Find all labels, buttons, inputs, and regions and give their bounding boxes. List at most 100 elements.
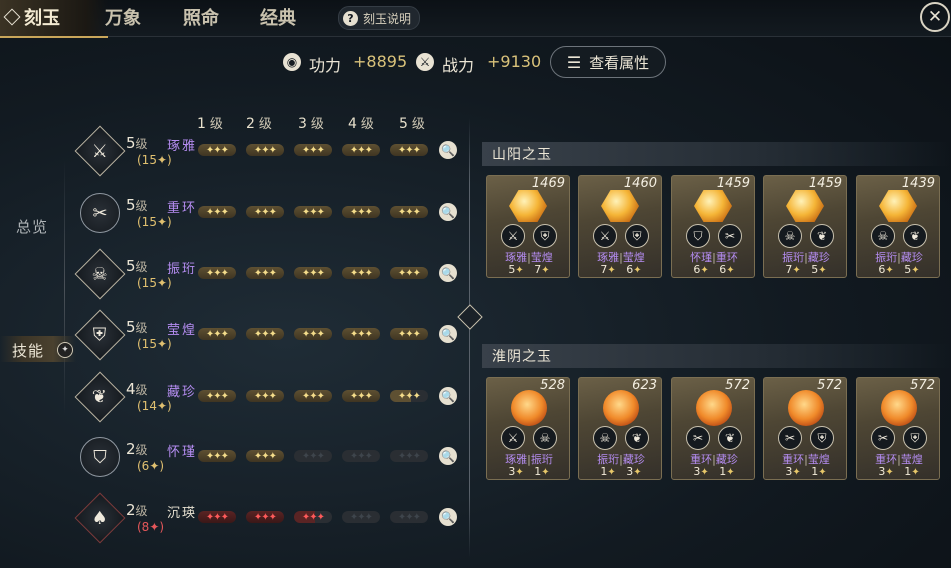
skill-level: 5级 (126, 196, 148, 214)
level-pip: ✦✦✦ (294, 511, 332, 523)
magnifier-icon[interactable]: 🔍 (439, 203, 457, 221)
level-pip: ✦✦✦ (246, 144, 284, 156)
level-pip: ✦✦✦ (390, 450, 428, 462)
jade-score: 528 (540, 378, 565, 393)
skill-points: (15✦) (137, 337, 172, 351)
tab-jingdian[interactable]: 经典 (260, 4, 296, 30)
jade-score: 1459 (716, 176, 750, 191)
help-button[interactable]: ? 刻玉说明 (338, 6, 421, 30)
level-pip: ✦✦✦ (246, 328, 284, 340)
skill-name: 琢雅 (167, 139, 198, 154)
jade-card[interactable]: 528 ⚔ ☠ 琢雅|振珩 3✦ 1✦ (486, 377, 570, 480)
jade-card[interactable]: 572 ✂ ⛨ 重环|莹煌 3✦ 1✦ (856, 377, 940, 480)
level-pip: ✦✦✦ (294, 450, 332, 462)
jade-skill-values: 6✦ 6✦ (693, 263, 735, 276)
jade-skill-values: 7✦ 6✦ (600, 263, 642, 276)
jade-card[interactable]: 1459 ⛉ ✂ 怀瑾|重环 6✦ 6✦ (671, 175, 755, 278)
magnifier-icon[interactable]: 🔍 (439, 325, 457, 343)
level-pip: ✦✦✦ (246, 206, 284, 218)
level-pip: ✦✦✦ (198, 206, 236, 218)
level-pip: ✦✦✦ (390, 390, 428, 402)
magnifier-icon[interactable]: 🔍 (439, 387, 457, 405)
jade-score: 1459 (808, 176, 842, 191)
jade-score: 572 (817, 378, 842, 393)
close-button[interactable]: ✕ (920, 2, 950, 32)
panel-divider (469, 118, 470, 558)
skill-level: 4级 (126, 380, 148, 398)
nav-overview[interactable]: 总览 (16, 216, 48, 237)
jade-card[interactable]: 1460 ⚔ ⛨ 琢雅|莹煌 7✦ 6✦ (578, 175, 662, 278)
col-header-4: 4级 (348, 116, 374, 132)
magnifier-icon[interactable]: 🔍 (439, 447, 457, 465)
bonus-skill-icon: ⚔ (501, 224, 525, 248)
level-pip: ✦✦✦ (198, 144, 236, 156)
jade-skill-values: 3✦ 1✦ (878, 465, 920, 478)
jade-gem-icon (694, 190, 732, 222)
skill-points: (6✦) (137, 459, 165, 473)
col-header-1: 1级 (197, 116, 223, 132)
jade-skill-values: 3✦ 1✦ (693, 465, 735, 478)
skill-points: (15✦) (137, 153, 172, 167)
jade-score: 572 (725, 378, 750, 393)
nav-line (64, 160, 65, 415)
gongli-value: +8895 (353, 52, 408, 71)
tab-wanxiang[interactable]: 万象 (105, 4, 141, 30)
skill-name: 藏珍 (167, 385, 198, 400)
jade-card[interactable]: 572 ✂ ❦ 重环|藏珍 3✦ 1✦ (671, 377, 755, 480)
view-attributes-button[interactable]: ☰ 查看属性 (550, 46, 666, 78)
top-tab-bar (0, 0, 951, 37)
col-header-2: 2级 (246, 116, 272, 132)
bonus-skill-icon: ☠ (533, 426, 557, 450)
jade-score: 1460 (623, 176, 657, 191)
level-pip: ✦✦✦ (342, 511, 380, 523)
jade-card[interactable]: 572 ✂ ⛨ 重环|莹煌 3✦ 1✦ (763, 377, 847, 480)
skill-level: 5级 (126, 318, 148, 336)
jade-card[interactable]: 623 ☠ ❦ 振珩|藏珍 1✦ 3✦ (578, 377, 662, 480)
skill-name: 沉瑛 (167, 506, 198, 521)
tab-keyu[interactable]: 刻玉 (24, 4, 60, 30)
slash-icon: ✂ (80, 193, 120, 233)
col-header-5: 5级 (399, 116, 425, 132)
jade-skill-values: 3✦ 1✦ (508, 465, 550, 478)
level-pip: ✦✦✦ (390, 144, 428, 156)
jade-card[interactable]: 1439 ☠ ❦ 振珩|藏珍 6✦ 5✦ (856, 175, 940, 278)
level-pip: ✦✦✦ (246, 450, 284, 462)
bonus-skill-icon: ⚔ (501, 426, 525, 450)
bonus-skill-icon: ⛨ (625, 224, 649, 248)
jade-group-title: 淮阴之玉 (482, 344, 951, 368)
jade-skill-values: 7✦ 5✦ (785, 263, 827, 276)
bonus-skill-icon: ⛨ (903, 426, 927, 450)
nav-skills[interactable]: 技能 (12, 340, 44, 361)
bonus-skill-icon: ⚔ (593, 224, 617, 248)
jade-gem-icon (881, 390, 917, 426)
level-pip: ✦✦✦ (390, 511, 428, 523)
magnifier-icon[interactable]: 🔍 (439, 264, 457, 282)
skill-name: 振珩 (167, 262, 198, 277)
skill-points: (15✦) (137, 215, 172, 229)
level-pip: ✦✦✦ (294, 144, 332, 156)
skill-level: 2级 (126, 440, 148, 458)
shield-icon: ⛨ (74, 309, 126, 361)
nav-node-icon: ✦ (57, 342, 73, 358)
collapse-arrow-icon[interactable] (457, 304, 483, 330)
skill-name: 怀瑾 (167, 445, 198, 460)
jade-card[interactable]: 1469 ⚔ ⛨ 琢雅|莹煌 5✦ 7✦ (486, 175, 570, 278)
magnifier-icon[interactable]: 🔍 (439, 508, 457, 526)
question-icon: ? (343, 10, 358, 26)
jade-score: 623 (632, 378, 657, 393)
jade-card[interactable]: 1459 ☠ ❦ 振珩|藏珍 7✦ 5✦ (763, 175, 847, 278)
level-pip: ✦✦✦ (390, 267, 428, 279)
level-pip: ✦✦✦ (198, 511, 236, 523)
view-attributes-label: 查看属性 (589, 53, 650, 72)
jade-skill-values: 6✦ 5✦ (878, 263, 920, 276)
bonus-skill-icon: ✂ (686, 426, 710, 450)
jade-score: 1469 (531, 176, 565, 191)
bonus-skill-icon: ❦ (810, 224, 834, 248)
level-pip: ✦✦✦ (246, 511, 284, 523)
tab-zhaoming[interactable]: 照命 (183, 4, 219, 30)
bonus-skill-icon: ❦ (718, 426, 742, 450)
level-pip: ✦✦✦ (294, 206, 332, 218)
zhanli-value: +9130 (487, 52, 542, 71)
bonus-skill-icon: ❦ (903, 224, 927, 248)
magnifier-icon[interactable]: 🔍 (439, 141, 457, 159)
